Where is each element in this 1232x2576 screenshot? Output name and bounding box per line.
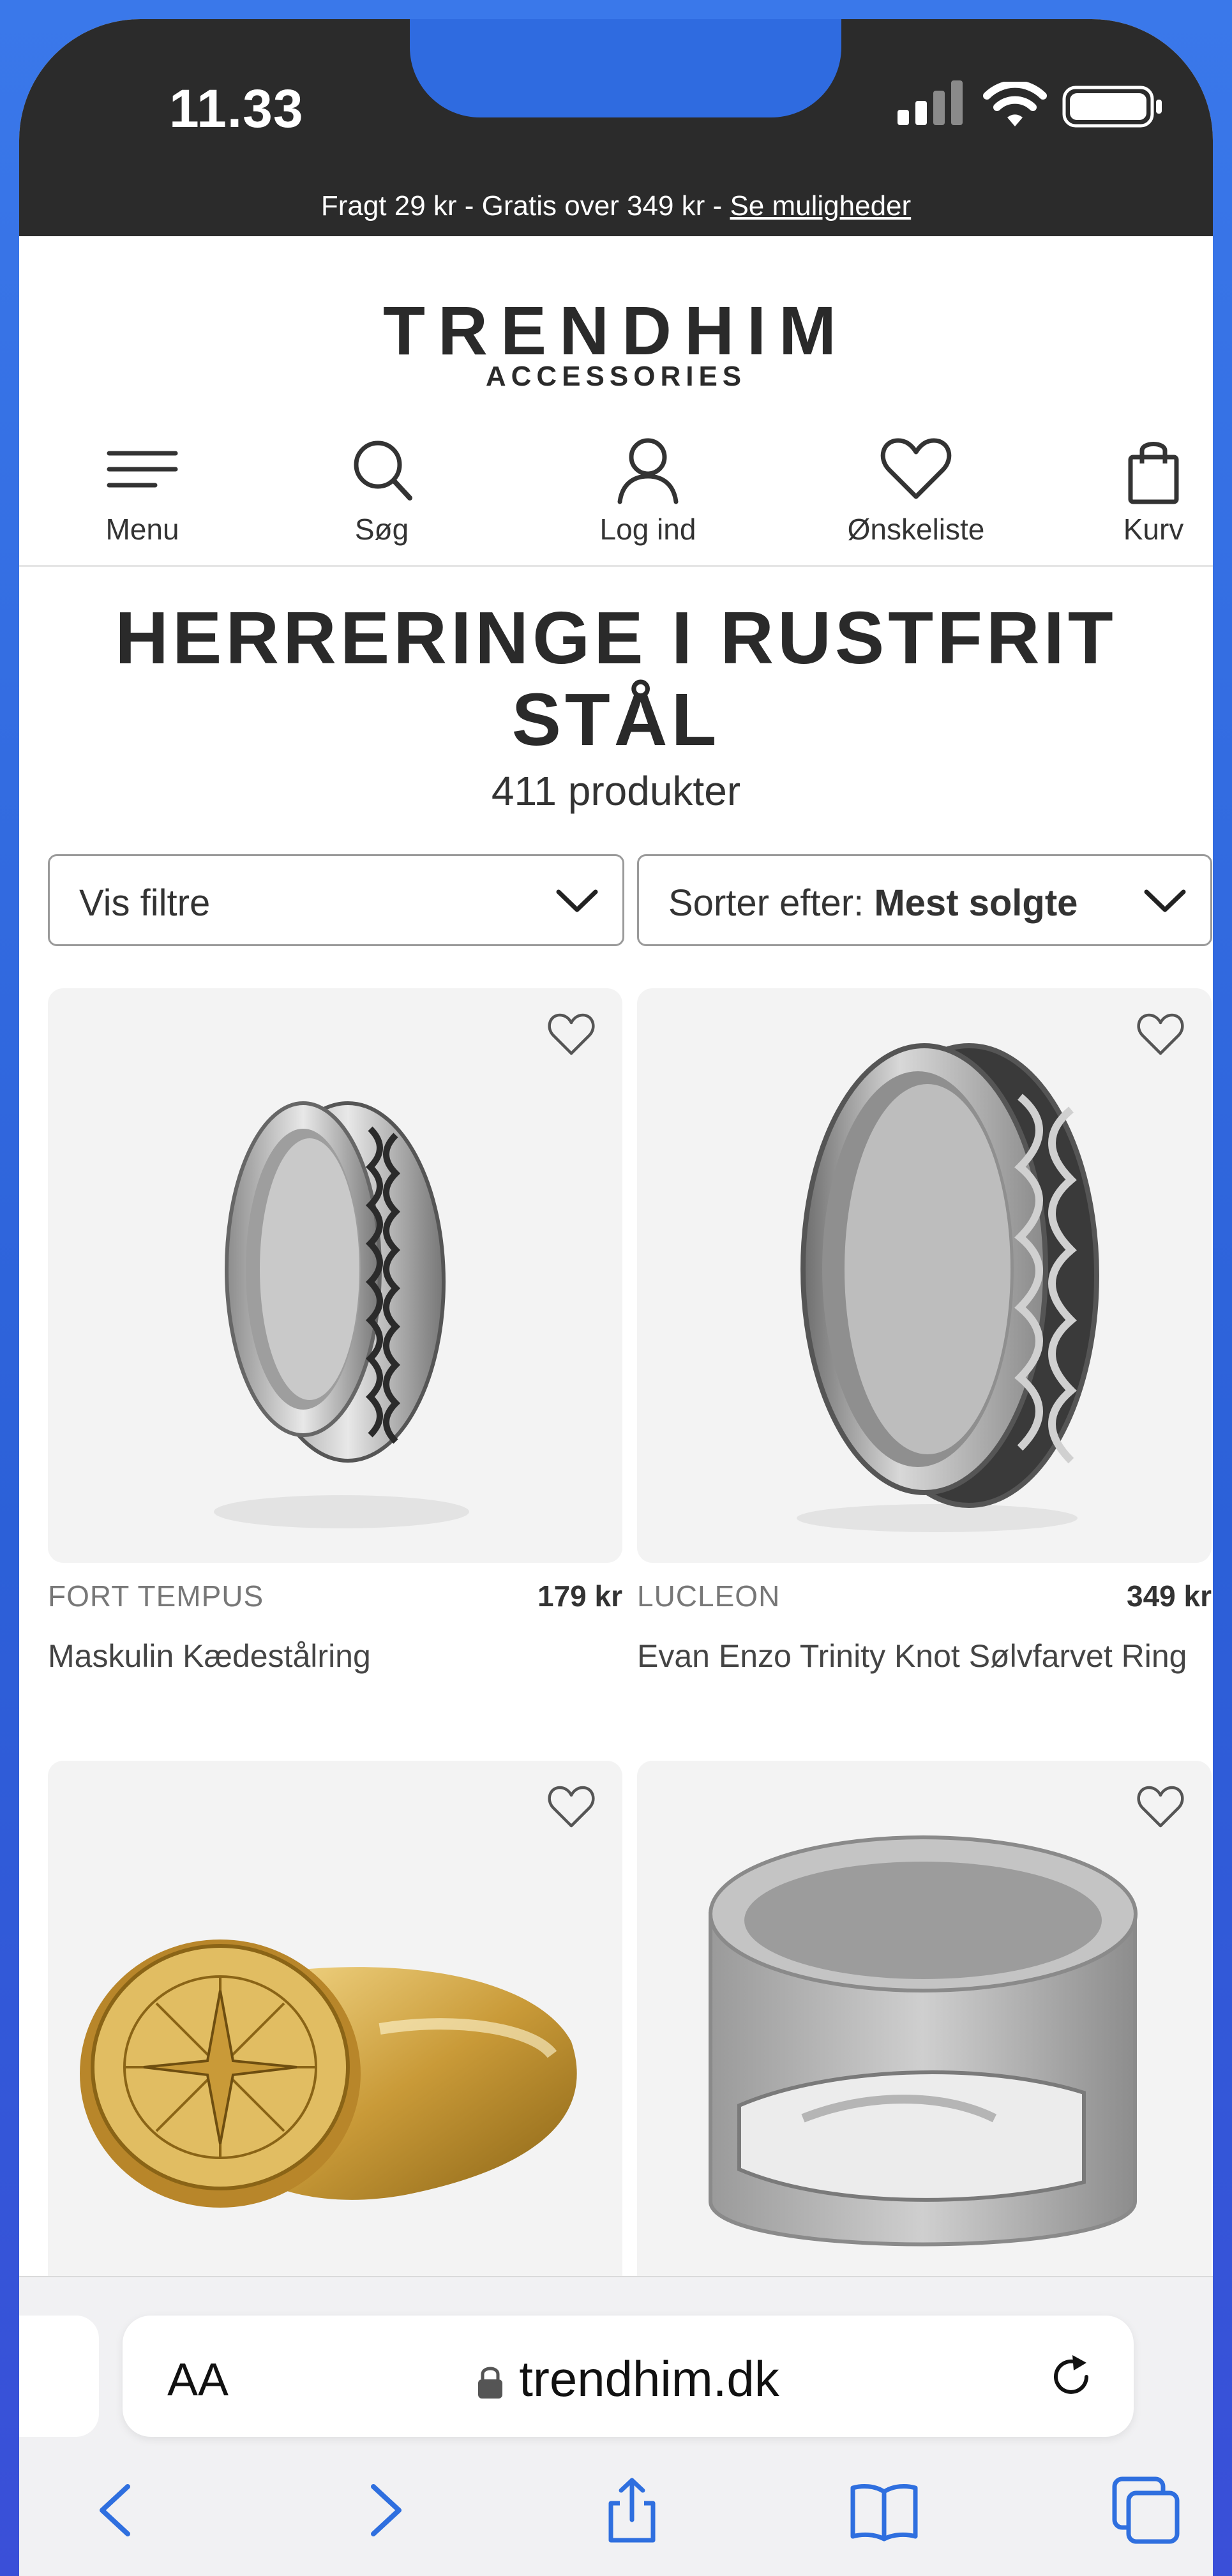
chevron-down-icon xyxy=(556,889,598,912)
nav-menu-label: Menu xyxy=(105,513,179,546)
filter-select[interactable]: Vis filtre xyxy=(48,854,624,946)
product-brand: FORT TEMPUS xyxy=(48,1579,264,1613)
url-text: trendhim.dk xyxy=(519,2351,779,2407)
reload-icon[interactable] xyxy=(1047,2351,1098,2402)
nav-cart-label: Kurv xyxy=(1123,513,1184,546)
page-title: HERRERINGE I RUSTFRIT STÅL xyxy=(115,596,1117,761)
promo-link[interactable]: Se muligheder xyxy=(730,190,911,222)
sort-value: Mest solgte xyxy=(874,882,1078,924)
product-brand: LUCLEON xyxy=(637,1579,781,1613)
nav-search-label: Søg xyxy=(354,513,409,546)
product-count: 411 produkter xyxy=(491,768,741,814)
main-nav: Menu Søg Log ind Ønskeliste Kurv xyxy=(19,434,1213,567)
lock-icon xyxy=(478,2367,503,2399)
bookmarks-icon[interactable] xyxy=(849,2475,919,2545)
wishlist-heart-icon[interactable] xyxy=(1135,1784,1186,1830)
menu-icon xyxy=(107,451,178,488)
browser-toolbar: AA trendhim.dk xyxy=(19,2276,1213,2576)
sort-prefix: Sorter efter: xyxy=(668,882,864,924)
address-bar[interactable]: AA trendhim.dk xyxy=(123,2316,1134,2437)
chevron-down-icon xyxy=(1144,889,1186,912)
search-icon xyxy=(354,441,412,501)
wifi-icon xyxy=(983,82,1047,126)
product-price: 349 kr xyxy=(1126,1579,1212,1613)
previous-tab-preview[interactable] xyxy=(19,2316,99,2437)
bag-icon xyxy=(1128,442,1179,504)
product-image[interactable] xyxy=(637,1761,1212,2335)
wishlist-heart-icon[interactable] xyxy=(546,1011,597,1057)
nav-search[interactable]: Søg xyxy=(299,434,465,546)
bottle-opener-ring-image xyxy=(709,1835,1138,2247)
forward-icon[interactable] xyxy=(348,2475,418,2545)
wishlist-heart-icon[interactable] xyxy=(546,1784,597,1830)
nav-wishlist[interactable]: Ønskeliste xyxy=(833,434,999,546)
promo-text: Fragt 29 kr - Gratis over 349 kr - xyxy=(320,190,730,222)
notch xyxy=(410,19,841,117)
chain-ring-image xyxy=(214,1101,469,1528)
product-name[interactable]: Maskulin Kædestålring xyxy=(48,1633,610,1679)
product-image[interactable] xyxy=(48,988,622,1563)
tabs-icon[interactable] xyxy=(1111,2475,1181,2545)
url-display[interactable]: trendhim.dk xyxy=(123,2350,1134,2408)
nav-wishlist-label: Ønskeliste xyxy=(847,513,985,546)
status-time: 11.33 xyxy=(169,79,304,139)
product-price: 179 kr xyxy=(537,1579,622,1613)
user-icon xyxy=(617,438,679,504)
signal-icon xyxy=(898,80,963,125)
heart-icon xyxy=(880,438,952,499)
sort-select[interactable]: Sorter efter: Mest solgte xyxy=(637,854,1212,946)
gold-signet-ring-image xyxy=(80,1940,577,2208)
nav-login[interactable]: Log ind xyxy=(565,434,731,546)
battery-icon xyxy=(1062,86,1162,128)
product-image[interactable] xyxy=(637,988,1212,1563)
product-name[interactable]: Evan Enzo Trinity Knot Sølvfarvet Ring xyxy=(637,1633,1199,1679)
trinity-knot-ring-image xyxy=(797,1043,1099,1532)
nav-login-label: Log ind xyxy=(599,513,696,546)
phone-screen: 11.33 Fragt 29 kr - Gratis over 349 kr -… xyxy=(19,19,1213,2576)
filter-label: Vis filtre xyxy=(79,882,211,924)
back-icon[interactable] xyxy=(83,2475,153,2545)
product-image[interactable] xyxy=(48,1761,622,2335)
sort-label: Sorter efter: Mest solgte xyxy=(668,882,1078,924)
status-bar: 11.33 Fragt 29 kr - Gratis over 349 kr -… xyxy=(19,19,1213,236)
wishlist-heart-icon[interactable] xyxy=(1135,1011,1186,1057)
nav-menu[interactable]: Menu xyxy=(59,434,225,546)
shipping-promo: Fragt 29 kr - Gratis over 349 kr - Se mu… xyxy=(19,190,1213,222)
site-logo[interactable]: TRENDHIM xyxy=(19,290,1213,370)
share-icon[interactable] xyxy=(597,2475,667,2545)
nav-cart[interactable]: Kurv xyxy=(1070,434,1213,546)
site-logo-subtitle: ACCESSORIES xyxy=(485,361,747,392)
